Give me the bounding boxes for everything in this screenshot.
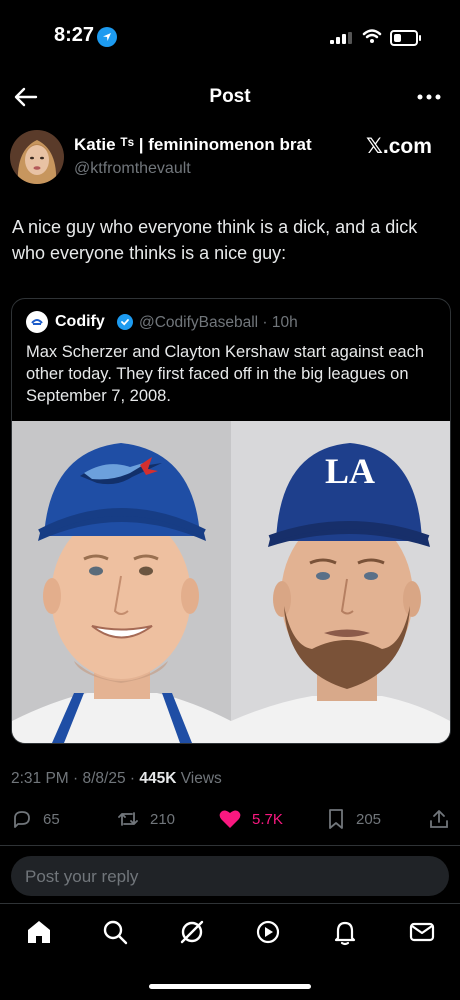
post-timestamp: 2:31 PM · 8/8/25 · xyxy=(11,770,140,787)
reply-icon xyxy=(14,811,30,828)
repost-button[interactable]: 210 xyxy=(116,808,175,830)
like-count: 5.7K xyxy=(252,810,283,828)
divider xyxy=(0,845,460,846)
location-icon xyxy=(97,27,117,47)
grok-icon[interactable] xyxy=(177,917,207,947)
messages-icon[interactable] xyxy=(407,917,437,947)
quote-image[interactable]: LA xyxy=(12,421,450,743)
wifi-icon xyxy=(362,29,382,43)
tweet-text: A nice guy who everyone think is a dick,… xyxy=(12,217,418,263)
notifications-icon[interactable] xyxy=(330,917,360,947)
reply-count: 65 xyxy=(43,810,60,828)
source-label: 𝕏.com xyxy=(366,135,432,158)
quote-handle-time: @CodifyBaseball · 10h xyxy=(139,314,298,331)
la-logo: LA xyxy=(325,451,375,491)
quote-text: Max Scherzer and Clayton Kershaw start a… xyxy=(26,343,425,405)
video-icon[interactable] xyxy=(253,917,283,947)
divider xyxy=(0,903,460,904)
heart-icon xyxy=(219,810,241,828)
repost-icon xyxy=(118,812,138,826)
bookmark-count: 205 xyxy=(356,810,382,828)
quote-author-name: Codify xyxy=(55,313,105,330)
author-name[interactable]: Katie ᵀˢ | femininomenon brat xyxy=(74,135,312,155)
like-button[interactable]: 5.7K xyxy=(218,808,283,830)
quote-avatar xyxy=(26,311,48,333)
views-label: Views xyxy=(176,770,222,787)
author-handle[interactable]: @ktfromthevault xyxy=(74,160,191,178)
signal-icon xyxy=(330,32,352,44)
status-time: 8:27 xyxy=(54,24,95,46)
repost-count: 210 xyxy=(150,810,176,828)
share-button[interactable] xyxy=(428,808,450,830)
bookmark-icon xyxy=(329,809,343,829)
reply-input[interactable]: Post your reply xyxy=(11,856,449,896)
reply-placeholder: Post your reply xyxy=(25,867,139,886)
battery-icon xyxy=(390,30,421,46)
reply-button[interactable]: 65 xyxy=(11,808,60,830)
share-icon xyxy=(430,810,448,828)
post-meta: 2:31 PM · 8/8/25 · 445K Views xyxy=(11,770,222,788)
page-title: Post xyxy=(209,86,251,107)
bookmark-button[interactable]: 205 xyxy=(326,808,381,830)
search-icon[interactable] xyxy=(100,917,130,947)
verified-badge-icon xyxy=(117,314,133,330)
more-options-icon[interactable] xyxy=(414,84,444,110)
views-count: 445K xyxy=(139,770,177,787)
home-indicator[interactable] xyxy=(149,984,311,989)
avatar[interactable] xyxy=(10,130,64,184)
home-icon[interactable] xyxy=(24,917,54,947)
quoted-post[interactable]: Codify @CodifyBaseball · 10h Max Scherze… xyxy=(11,298,451,744)
